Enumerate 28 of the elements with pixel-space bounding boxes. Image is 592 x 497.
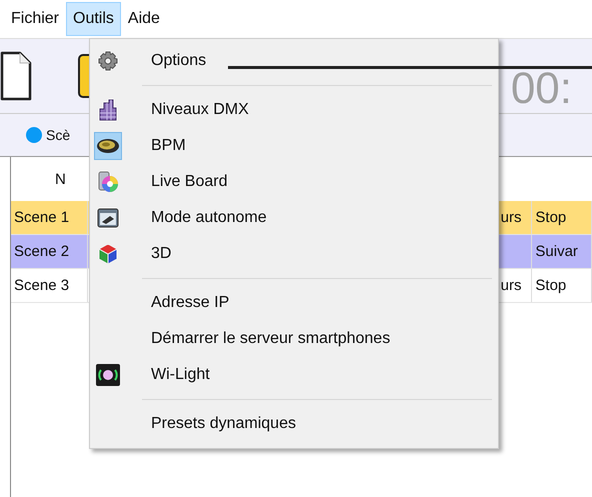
folder-icon[interactable] xyxy=(78,53,90,99)
menu-title[interactable]: Outils xyxy=(66,2,121,36)
table-cell: Suivar xyxy=(532,235,592,268)
menu-item[interactable]: Live Board xyxy=(90,164,498,200)
menu-title[interactable]: Aide xyxy=(120,2,167,36)
table-cell: Scene 1 xyxy=(11,201,88,234)
menu-item[interactable]: BPM xyxy=(90,128,498,164)
tab-label[interactable]: Scè xyxy=(46,127,70,143)
menu-item[interactable]: Niveaux DMX xyxy=(90,92,498,128)
gear-icon xyxy=(98,51,118,71)
menu-item[interactable]: Options xyxy=(90,43,498,79)
clock-display: 00: xyxy=(510,67,572,111)
menu-title[interactable]: Fichier xyxy=(4,2,66,36)
menu-item[interactable]: Démarrer le serveur smartphones xyxy=(90,321,498,357)
speaker-icon xyxy=(96,137,120,155)
light-icon xyxy=(96,364,120,386)
menu-item[interactable]: Presets dynamiques xyxy=(90,406,498,442)
menu-item[interactable]: 3D xyxy=(90,236,498,272)
building-icon xyxy=(98,99,118,121)
scene-tab[interactable]: Scè xyxy=(26,127,70,143)
cube-icon xyxy=(97,243,119,265)
table-cell: Stop xyxy=(532,201,592,234)
column-header: N xyxy=(54,170,66,188)
device-icon xyxy=(97,207,119,229)
color-wheel-icon xyxy=(97,171,119,193)
document-icon[interactable] xyxy=(0,50,32,102)
table-cell: Scene 2 xyxy=(11,235,88,268)
menu-item[interactable]: Wi-Light xyxy=(90,357,498,393)
